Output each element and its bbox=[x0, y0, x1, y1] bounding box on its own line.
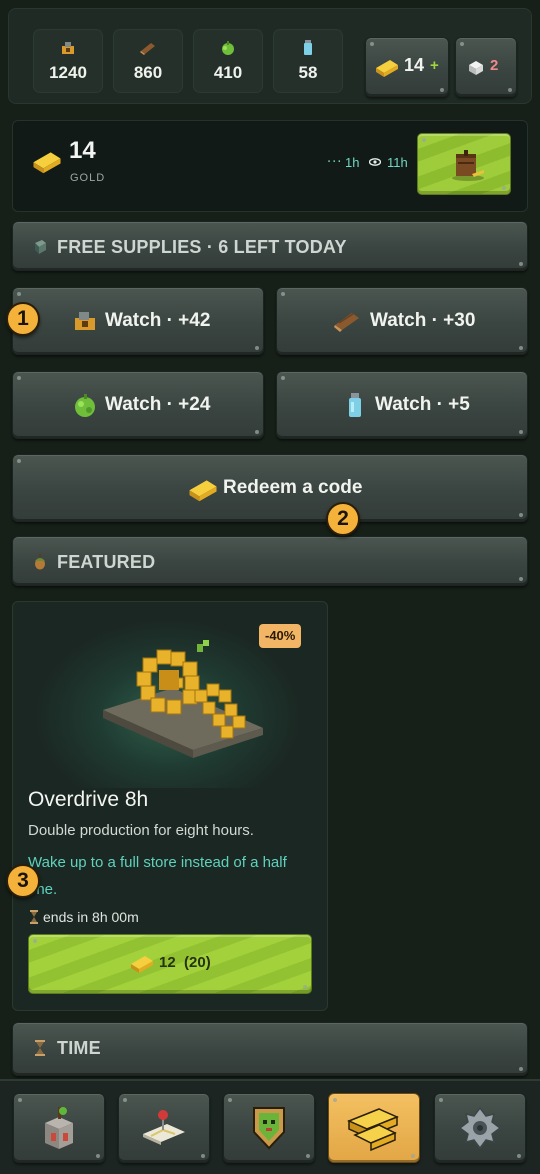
gold-bar-icon bbox=[376, 60, 398, 77]
chest-icon bbox=[452, 150, 484, 181]
gold-bars-icon bbox=[347, 1108, 399, 1152]
badge-3: 3 bbox=[6, 864, 40, 898]
gold-bar-icon bbox=[189, 480, 217, 502]
eye-icon bbox=[369, 158, 381, 166]
resource-wood: 860 bbox=[113, 29, 183, 93]
hourglass-icon bbox=[35, 1040, 45, 1056]
resource-wood-value: 860 bbox=[133, 63, 163, 82]
free-supplies-header: FREE SUPPLIES · 6 LEFT TODAY bbox=[12, 221, 528, 271]
resource-bar: 1240 860 410 58 14 + 2 bbox=[8, 8, 532, 104]
resource-plants-value: 410 bbox=[213, 63, 243, 82]
gear-resource-icon bbox=[75, 312, 95, 330]
gem-pill-button[interactable]: 2 bbox=[455, 37, 517, 97]
badge-1: 1 bbox=[6, 302, 40, 336]
gold-info-row: 14 GOLD ··· 1h 11h bbox=[12, 120, 528, 212]
gold-caption: GOLD bbox=[70, 172, 106, 184]
wood-log-icon bbox=[334, 313, 359, 332]
gold-pill-value: 14 bbox=[404, 55, 425, 75]
chest-button[interactable] bbox=[417, 133, 511, 195]
redeem-code-label: Redeem a code bbox=[223, 477, 363, 498]
nav-map-button[interactable] bbox=[118, 1093, 210, 1163]
supply-box-icon bbox=[35, 240, 46, 254]
resource-gears: 1240 bbox=[33, 29, 103, 93]
plant-bush-icon bbox=[222, 41, 234, 55]
resource-water: 58 bbox=[273, 29, 343, 93]
watch-wood-button[interactable]: Watch · +30 bbox=[276, 287, 528, 355]
resource-gears-value: 1240 bbox=[49, 63, 87, 82]
featured-title: FEATURED bbox=[57, 552, 156, 572]
settings-icon bbox=[458, 1106, 502, 1150]
nav-settings-button[interactable] bbox=[434, 1093, 526, 1163]
gear-resource-icon bbox=[62, 42, 74, 54]
watch-water-button[interactable]: Watch · +5 bbox=[276, 371, 528, 439]
timer-short: 1h bbox=[345, 155, 360, 170]
buy-featured-button[interactable]: 12 (20) bbox=[28, 934, 312, 994]
watch-plants-label: Watch · +24 bbox=[105, 394, 211, 415]
bottom-nav bbox=[0, 1079, 540, 1174]
featured-card[interactable]: -40% Overdrive 8h Double production for … bbox=[12, 601, 328, 1011]
nav-shield-button[interactable] bbox=[223, 1093, 315, 1163]
gold-pill-button[interactable]: 14 + bbox=[365, 37, 449, 97]
featured-header: FEATURED bbox=[12, 536, 528, 586]
gold-pill-plus: + bbox=[430, 57, 439, 74]
gold-bar-icon bbox=[33, 152, 61, 174]
watch-gears-button[interactable]: Watch · +42 bbox=[12, 287, 264, 355]
time-title: TIME bbox=[57, 1038, 101, 1058]
free-supplies-title: FREE SUPPLIES · 6 LEFT TODAY bbox=[57, 237, 347, 257]
watch-wood-label: Watch · +30 bbox=[370, 310, 476, 331]
water-bottle-icon bbox=[349, 393, 361, 417]
tower-icon bbox=[45, 1107, 73, 1149]
resource-water-value: 58 bbox=[298, 63, 318, 82]
cube-icon bbox=[469, 61, 483, 75]
acorn-icon bbox=[35, 554, 45, 570]
gem-pill-value: 2 bbox=[490, 57, 499, 74]
watch-water-label: Watch · +5 bbox=[375, 394, 470, 415]
redeem-code-button[interactable]: Redeem a code bbox=[12, 454, 528, 522]
buy-price-label: 12 (20) bbox=[159, 954, 211, 971]
shield-icon bbox=[253, 1107, 285, 1150]
nav-shop-button[interactable] bbox=[328, 1093, 420, 1163]
nav-tower-button[interactable] bbox=[13, 1093, 105, 1163]
featured-ends-timer: ends in 8h 00m bbox=[43, 909, 139, 925]
featured-item-description: Double production for eight hours. bbox=[28, 822, 254, 839]
dots-icon: ··· bbox=[327, 155, 343, 170]
featured-item-bonus: Wake up to a full store instead of a hal… bbox=[28, 854, 287, 898]
plant-bush-icon bbox=[75, 394, 95, 417]
time-header: TIME bbox=[12, 1022, 528, 1076]
featured-item-title: Overdrive 8h bbox=[28, 788, 149, 811]
watch-plants-button[interactable]: Watch · +24 bbox=[12, 371, 264, 439]
map-pin-icon bbox=[143, 1110, 185, 1145]
water-bottle-icon bbox=[304, 40, 312, 55]
discount-badge: -40% bbox=[259, 624, 302, 648]
gold-bar-icon bbox=[131, 956, 153, 973]
wood-log-icon bbox=[140, 43, 155, 55]
watch-gears-label: Watch · +42 bbox=[105, 310, 211, 331]
hourglass-icon bbox=[30, 910, 38, 924]
gold-amount: 14 bbox=[69, 137, 96, 164]
badge-2: 2 bbox=[326, 502, 360, 536]
timer-long: 11h bbox=[387, 155, 408, 170]
resource-plants: 410 bbox=[193, 29, 263, 93]
